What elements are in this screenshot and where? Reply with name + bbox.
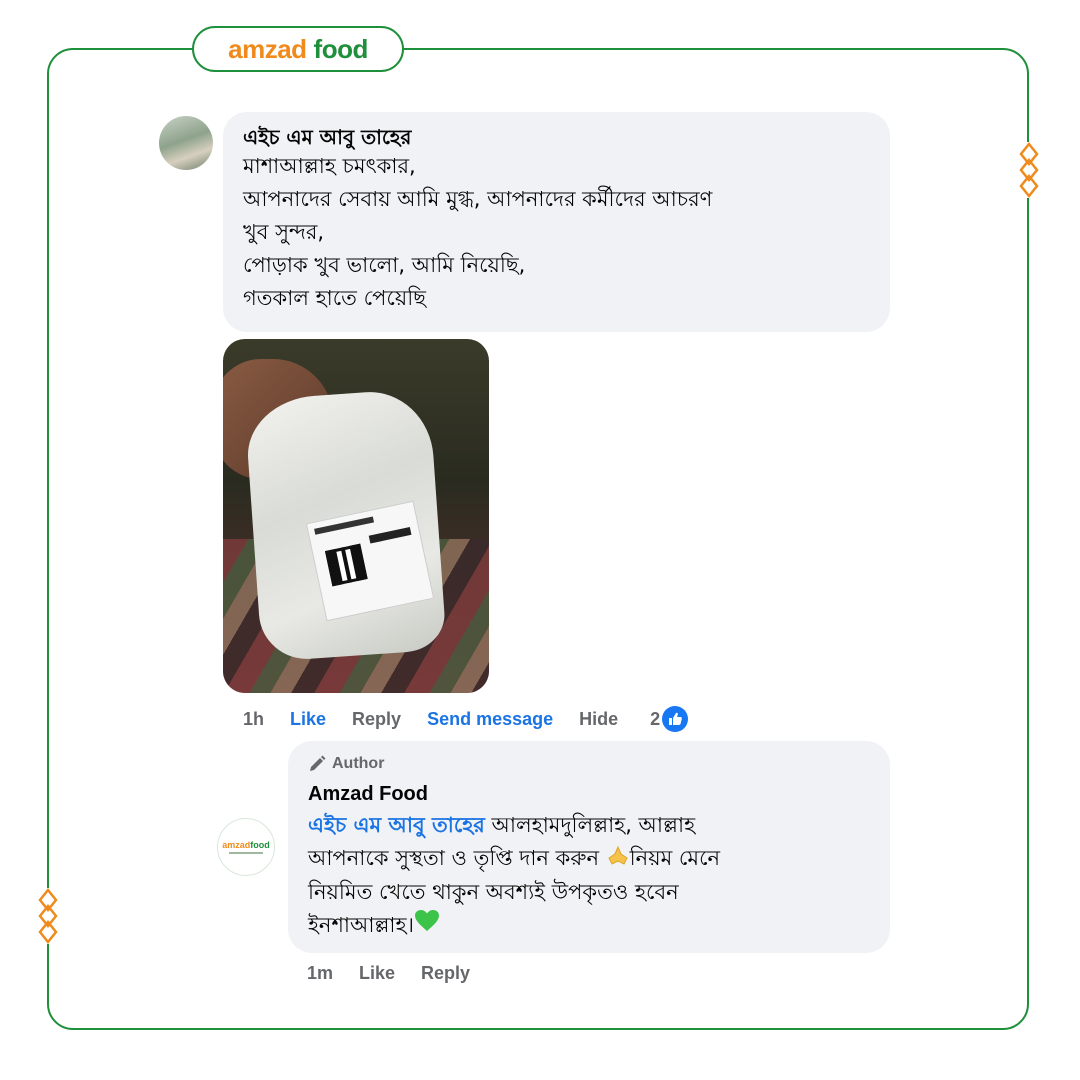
page-name[interactable]: Amzad Food	[308, 779, 870, 809]
reply-line: আপনাকে সুস্থতা ও তৃপ্তি দান করুন নিয়ম ম…	[308, 842, 870, 876]
pencil-icon	[310, 755, 326, 771]
comment-line: আপনাদের সেবায় আমি মুগ্ধ, আপনাদের কর্মীদ…	[243, 187, 713, 211]
send-message-button[interactable]: Send message	[427, 709, 553, 730]
brand-logo: amzad food	[192, 26, 404, 72]
comment-line: গতকাল হাতে পেয়েছি	[243, 286, 426, 310]
comment-line: মাশাআল্লাহ চমৎকার,	[243, 154, 416, 178]
page-avatar[interactable]: amzadfood	[217, 818, 275, 876]
comment-line: পোড়াক খুব ভালো, আমি নিয়েছি,	[243, 253, 526, 277]
diamond-decoration-icon	[38, 888, 58, 944]
reply-bubble: Author Amzad Food এইচ এম আবু তাহের আলহাম…	[288, 741, 890, 953]
label-bar	[314, 516, 375, 535]
praying-hands-emoji	[606, 843, 630, 876]
like-thumb-icon[interactable]	[662, 706, 689, 732]
reply-time[interactable]: 1m	[307, 963, 333, 984]
like-button[interactable]: Like	[359, 963, 395, 984]
page-avatar-logo: amzadfood	[222, 840, 270, 850]
page-avatar-logo-part1: amzad	[222, 840, 251, 850]
commenter-name[interactable]: এইচ এম আবু তাহের	[243, 124, 870, 150]
brand-logo-part2: food	[313, 33, 369, 64]
reply-text: আপনাকে সুস্থতা ও তৃপ্তি দান করুন	[308, 846, 606, 870]
page-avatar-tagline	[229, 852, 263, 854]
reply-button[interactable]: Reply	[352, 709, 401, 730]
reply-text: নিয়ম মেনে	[629, 846, 721, 870]
comment-time[interactable]: 1h	[243, 709, 264, 730]
author-badge: Author	[308, 753, 870, 775]
page-avatar-logo-part2: food	[250, 840, 270, 850]
mention-link[interactable]: এইচ এম আবু তাহের	[308, 813, 485, 837]
like-button[interactable]: Like	[290, 709, 326, 730]
reply-line: নিয়মিত খেতে থাকুন অবশ্যই উপকৃতও হবেন	[308, 879, 679, 904]
qr-code-frame	[324, 543, 368, 587]
green-heart-emoji	[414, 909, 440, 943]
comment-line: খুব সুন্দর,	[243, 220, 325, 244]
reply-text: ইনশাআল্লাহ।	[308, 912, 415, 937]
comment-actions: 1h Like Reply Send message Hide 2	[243, 705, 689, 733]
label-bar	[368, 526, 412, 544]
comment-bubble: এইচ এম আবু তাহের মাশাআল্লাহ চমৎকার, আপনা…	[223, 112, 890, 332]
reply-button[interactable]: Reply	[421, 963, 470, 984]
comment-photo[interactable]	[223, 339, 489, 693]
reply-actions: 1m Like Reply	[307, 959, 496, 987]
reaction-count[interactable]: 2	[650, 709, 660, 730]
reply-line: ইনশাআল্লাহ।	[308, 909, 870, 943]
reply-line: এইচ এম আবু তাহের আলহামদুলিল্লাহ, আল্লাহ	[308, 809, 870, 842]
reply-text: আলহামদুলিল্লাহ, আল্লাহ	[484, 813, 696, 837]
brand-logo-part1: amzad	[228, 33, 307, 64]
diamond-decoration-icon	[1019, 142, 1039, 198]
author-badge-label: Author	[332, 755, 385, 772]
hide-button[interactable]: Hide	[579, 709, 618, 730]
commenter-avatar[interactable]	[159, 116, 213, 170]
